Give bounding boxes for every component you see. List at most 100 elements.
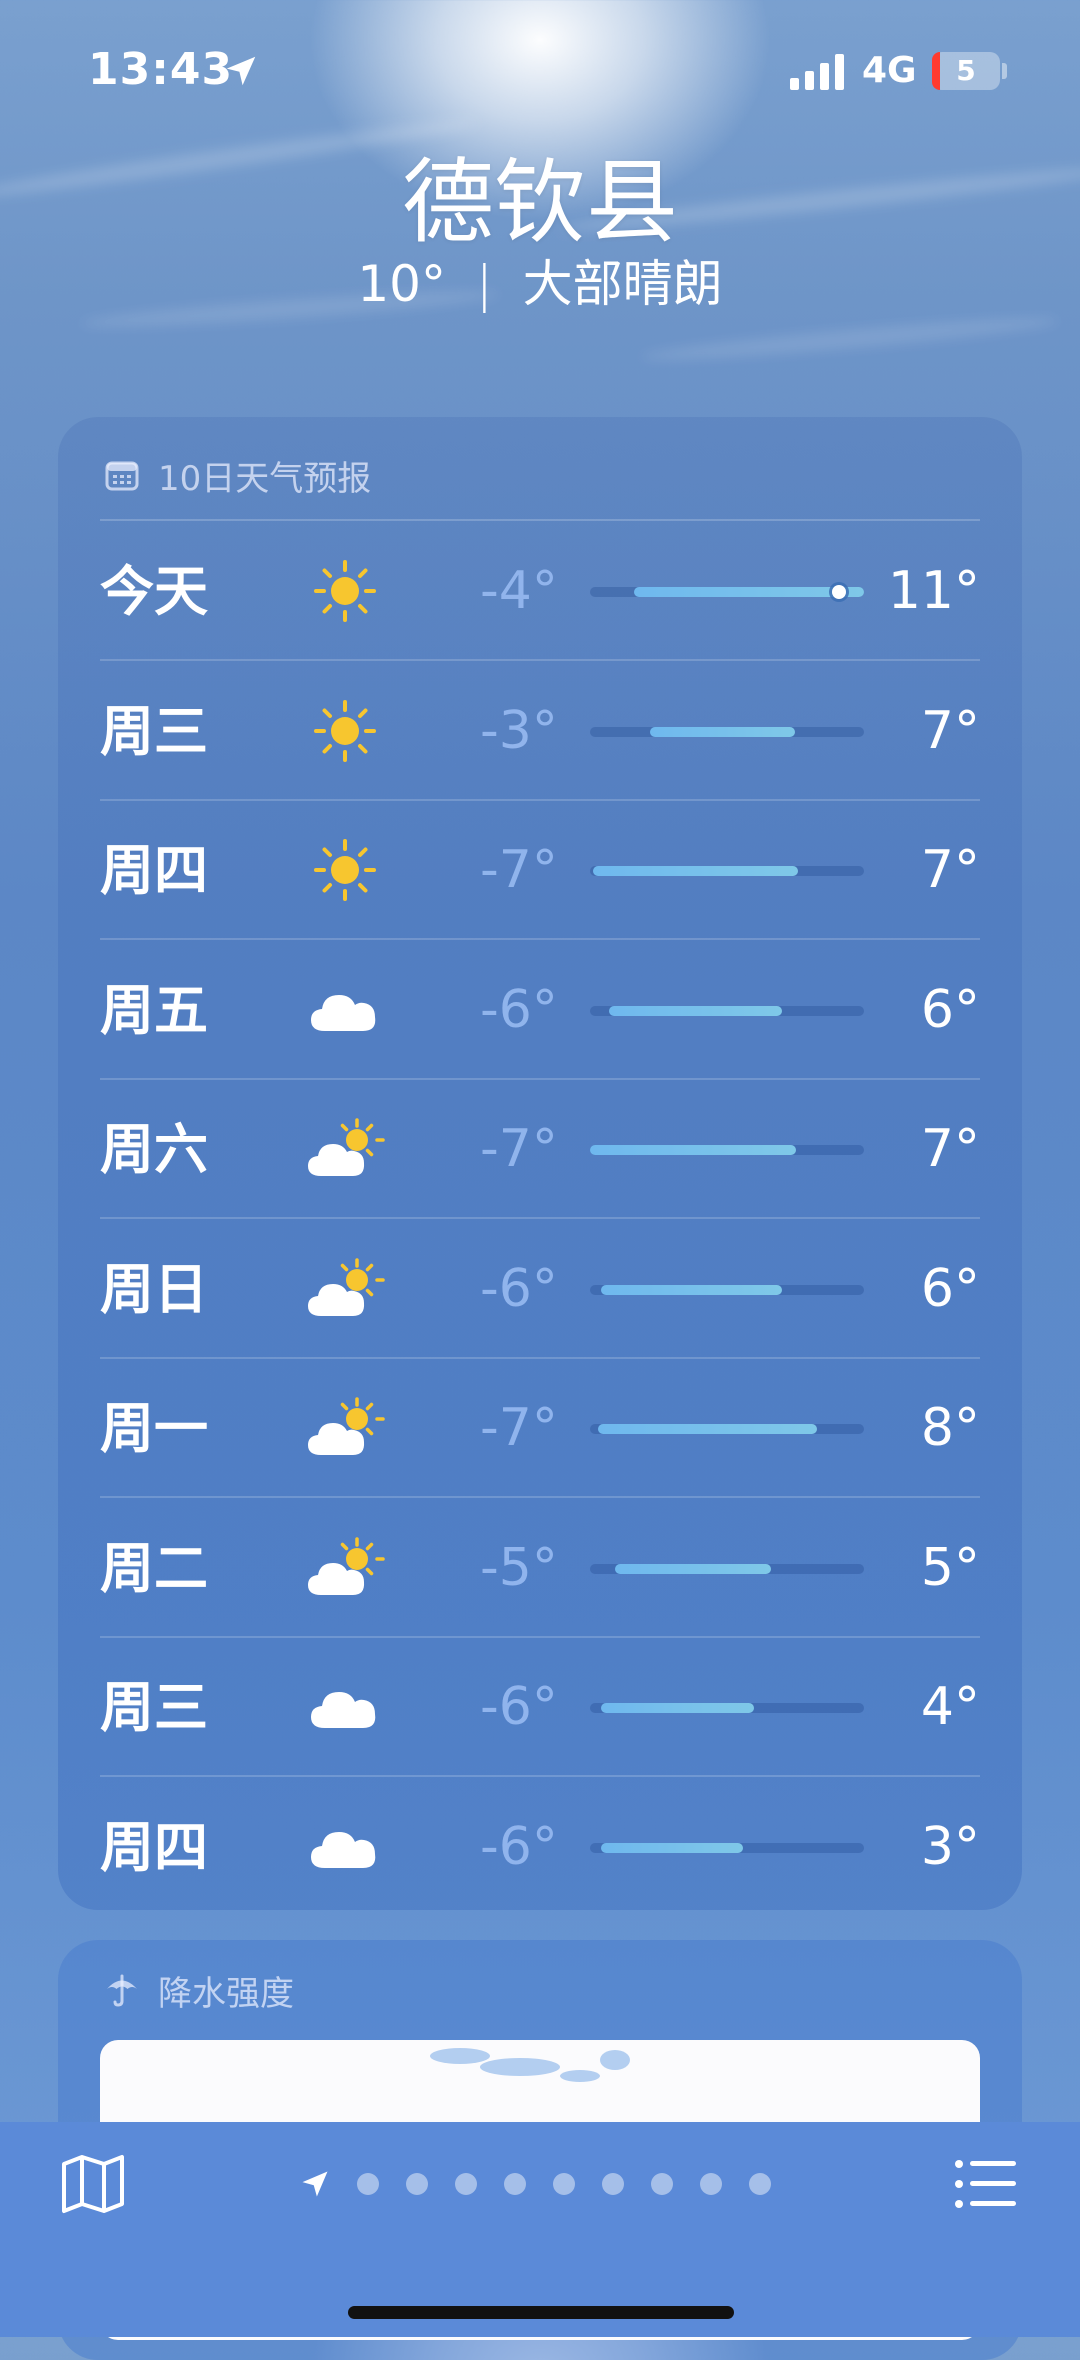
high-temperature: 6° [920, 979, 980, 1040]
signal-icon [790, 54, 844, 90]
city-name: 德钦县 [401, 149, 678, 256]
low-temperature: -7° [480, 1398, 558, 1458]
temperature-range-bar [590, 585, 864, 599]
high-temperature: 3° [920, 1816, 980, 1877]
map-precip-spot [560, 2070, 600, 2082]
forecast-day: 周四 [100, 839, 208, 902]
temperature-range-bar [590, 1005, 864, 1016]
low-temperature: -5° [480, 1537, 558, 1598]
temperature-range-fill [590, 1145, 796, 1155]
temperature-range-bar [590, 1424, 864, 1434]
cloud-streak [640, 311, 1060, 367]
forecast-day: 周五 [100, 978, 208, 1042]
forecast-row[interactable]: 今天 -4° 11° [100, 522, 980, 661]
low-temperature: -7° [480, 1119, 558, 1179]
high-temperature: 8° [920, 1398, 980, 1458]
forecast-row[interactable]: 周六 -7° 7° [100, 1080, 980, 1219]
network-type: 4G [862, 50, 917, 91]
high-temperature: 6° [920, 1258, 980, 1319]
high-temperature: 7° [920, 700, 980, 761]
low-temperature: -6° [480, 1258, 558, 1319]
high-temperature: 5° [920, 1537, 980, 1598]
forecast-day: 周一 [100, 1397, 208, 1460]
home-indicator [348, 2306, 734, 2319]
page-dot[interactable] [553, 2173, 575, 2195]
temperature-range-bar [590, 1842, 864, 1853]
high-temperature: 11° [887, 561, 980, 621]
forecast-day: 周二 [100, 1536, 208, 1600]
temperature-range-fill [633, 587, 864, 597]
high-temperature: 7° [920, 840, 980, 900]
location-arrow-icon [226, 56, 256, 86]
forecast-row[interactable]: 周一 -7° 8° [100, 1359, 980, 1498]
forecast-day: 周六 [100, 1118, 208, 1181]
temperature-range-fill [598, 1424, 818, 1434]
page-dot[interactable] [651, 2173, 673, 2195]
forecast-row[interactable]: 周日 -6° 6° [100, 1220, 980, 1359]
temperature-range-fill [614, 1563, 771, 1574]
current-condition: 大部晴朗 [522, 255, 723, 313]
forecast-row[interactable]: 周五 -6° 6° [100, 941, 980, 1080]
map-precip-spot [430, 2048, 490, 2064]
sun-icon [305, 698, 385, 764]
temperature-range-bar [590, 866, 864, 876]
partly-cloudy-icon [305, 1256, 385, 1322]
bottom-toolbar [0, 2122, 1080, 2337]
page-dot[interactable] [357, 2173, 379, 2195]
forecast-row[interactable]: 周四 -7° 7° [100, 801, 980, 940]
page-dot[interactable] [504, 2173, 526, 2195]
forecast-day: 今天 [100, 560, 208, 623]
temperature-range-bar [590, 1145, 864, 1155]
low-temperature: -7° [480, 840, 558, 900]
forecast-row[interactable]: 周二 -5° 5° [100, 1499, 980, 1638]
forecast-row[interactable]: 周三 -6° 4° [100, 1638, 980, 1777]
temperature-range-fill [600, 1284, 782, 1295]
map-precip-spot [480, 2058, 560, 2076]
precipitation-title: 降水强度 [158, 1973, 294, 2014]
cloud-icon [305, 977, 385, 1043]
temperature-range-bar [590, 726, 864, 737]
page-dot[interactable] [406, 2173, 428, 2195]
status-time: 13:43 [88, 44, 234, 95]
low-temperature: -6° [480, 979, 558, 1040]
page-dot[interactable] [455, 2173, 477, 2195]
partly-cloudy-icon [305, 1535, 385, 1601]
forecast-title: 10日天气预报 [158, 458, 372, 499]
forecast-day: 周日 [100, 1257, 208, 1321]
forecast-day: 周四 [100, 1815, 208, 1879]
status-bar: 13:43 4G 5 [0, 0, 1080, 140]
location-page-indicator[interactable] [300, 2164, 771, 2204]
temperature-range-fill [592, 866, 799, 876]
forecast-day: 周三 [100, 699, 208, 763]
temperature-range-bar [590, 1563, 864, 1574]
page-dot[interactable] [602, 2173, 624, 2195]
map-icon[interactable] [60, 2154, 126, 2214]
forecast-row[interactable]: 周四 -6° 3° [100, 1778, 980, 1917]
city-list-icon[interactable] [954, 2158, 1018, 2210]
forecast-day: 周三 [100, 1676, 208, 1739]
precipitation-header: 降水强度 [104, 1962, 294, 2018]
low-temperature: -6° [480, 1816, 558, 1877]
temperature-range-bar [590, 1703, 864, 1713]
low-temperature: -3° [480, 700, 558, 761]
ten-day-forecast-card[interactable]: 10日天气预报 今天 -4° 11° 周三 -3° 7° 周四 -7° 7° 周五 -6° 6° 周六 -… [58, 417, 1022, 1910]
temperature-range-fill [650, 726, 796, 737]
current-temperature: 10° [357, 255, 446, 313]
summary-separator: | [475, 255, 493, 313]
current-location-icon[interactable] [300, 2169, 330, 2199]
temperature-range-fill [600, 1842, 744, 1853]
battery-cap [1002, 63, 1007, 79]
page-dot[interactable] [749, 2173, 771, 2195]
temperature-range-bar [590, 1284, 864, 1295]
forecast-header: 10日天气预报 [104, 447, 371, 503]
high-temperature: 4° [920, 1677, 980, 1737]
page-dot[interactable] [700, 2173, 722, 2195]
forecast-row[interactable]: 周三 -3° 7° [100, 662, 980, 801]
cloud-icon [305, 1814, 385, 1880]
high-temperature: 7° [920, 1119, 980, 1179]
temperature-range-fill [600, 1703, 755, 1713]
calendar-icon [105, 461, 139, 491]
map-precip-spot [600, 2050, 630, 2070]
divider [100, 519, 980, 521]
partly-cloudy-icon [305, 1116, 385, 1182]
